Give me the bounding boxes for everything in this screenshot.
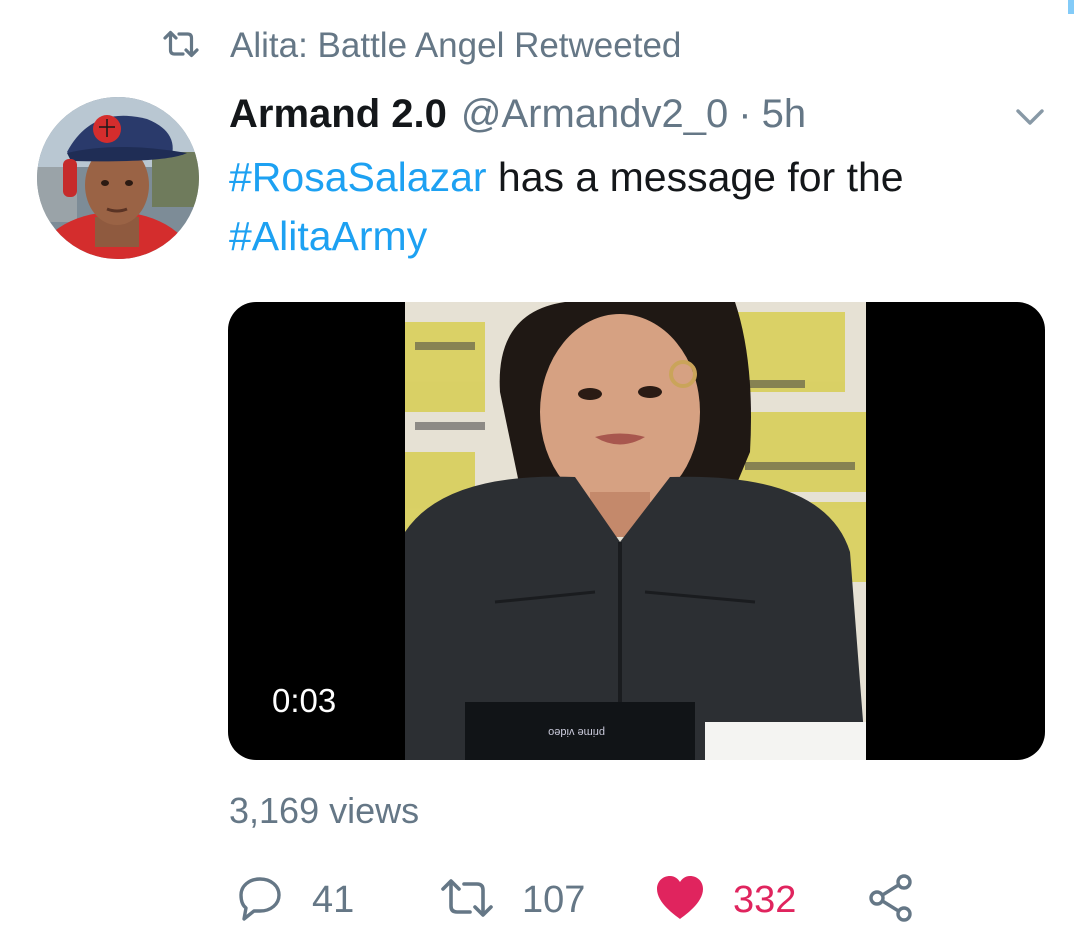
share-icon [866,873,916,928]
tweet-text: #RosaSalazar has a message for the #Alit… [229,148,1029,266]
svg-text:prime video: prime video [548,726,605,738]
video-duration: 0:03 [258,678,351,724]
tweet-menu-button[interactable] [1010,104,1050,134]
scroll-indicator [1068,0,1074,14]
retweet-context[interactable]: Alita: Battle Angel Retweeted [162,24,681,68]
avatar[interactable] [37,97,199,259]
reply-icon [236,874,284,927]
like-count: 332 [733,878,797,921]
video-player[interactable]: prime video 0:03 [228,302,1045,760]
hashtag-link[interactable]: #RosaSalazar [229,154,487,200]
view-count: 3,169 views [229,790,420,831]
retweet-count: 107 [522,878,586,921]
retweet-button[interactable]: 107 [440,870,585,930]
author-name[interactable]: Armand 2.0 [229,92,447,137]
author-handle[interactable]: @Armandv2_0 [461,92,728,137]
retweet-icon [162,29,200,64]
tweet-header: Armand 2.0 @Armandv2_0 · 5h [229,92,806,140]
like-button[interactable]: 332 [655,870,796,930]
tweet-text-body: has a message for the [486,154,904,200]
retweet-context-label: Alita: Battle Angel Retweeted [230,26,682,65]
reply-button[interactable]: 41 [236,870,354,930]
tweet-actions: 41 107 332 [0,870,1080,930]
video-thumbnail: prime video [405,302,866,760]
share-button[interactable] [866,870,916,930]
reply-count: 41 [312,878,355,921]
hashtag-link[interactable]: #AlitaArmy [229,213,427,259]
header-separator: · [738,92,752,136]
chevron-down-icon [1015,108,1045,131]
retweet-icon [440,877,494,924]
tweet-timestamp[interactable]: 5h [762,92,807,137]
heart-icon [655,875,705,926]
